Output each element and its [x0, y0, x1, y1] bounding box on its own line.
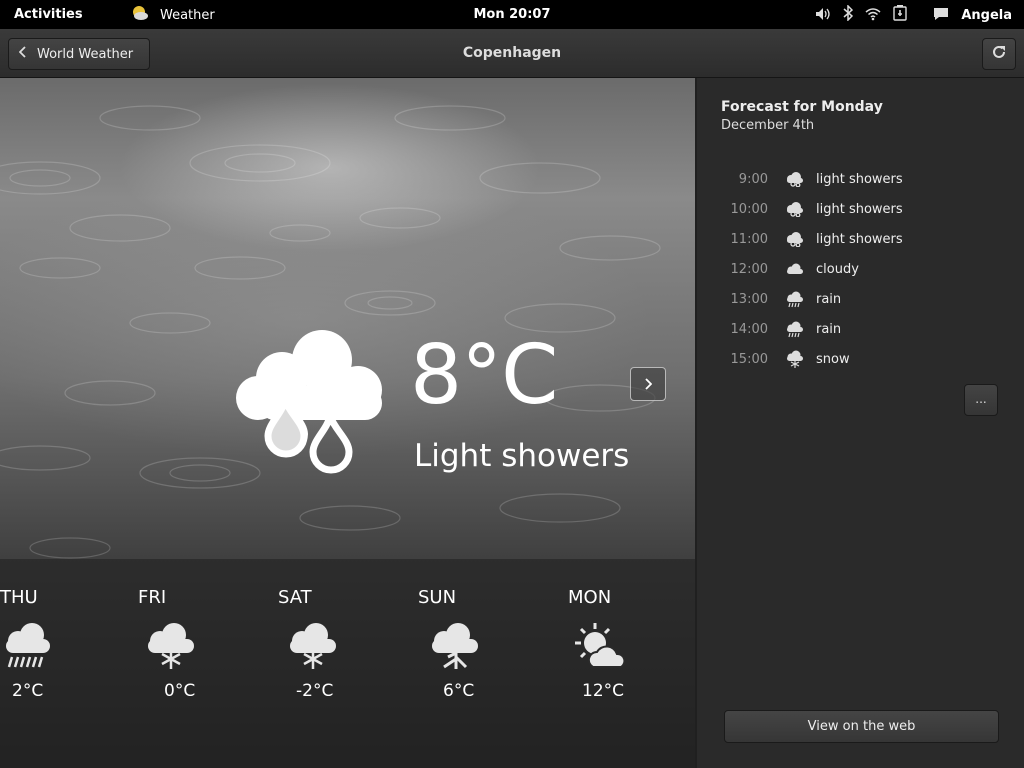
activities-button[interactable]: Activities: [14, 7, 83, 22]
user-menu[interactable]: Angela: [961, 8, 1012, 23]
app-menu[interactable]: Weather: [130, 3, 215, 27]
day-name: SUN: [418, 587, 457, 608]
clock[interactable]: Mon 20:07: [473, 7, 550, 22]
current-condition: Light showers: [414, 438, 630, 474]
cloud-icon: [784, 263, 806, 275]
forecast-title: Forecast for Monday: [721, 99, 883, 115]
day-temperature: 6°C: [443, 681, 475, 701]
volume-icon[interactable]: [815, 6, 831, 25]
hourly-row: 11:00 light showers: [721, 224, 1011, 254]
hourly-row: 14:00 rain: [721, 314, 1011, 344]
page-title: Copenhagen: [462, 45, 562, 61]
hour-description: snow: [816, 351, 850, 367]
hour-description: light showers: [816, 171, 903, 187]
hourly-row: 13:00 rain: [721, 284, 1011, 314]
snow-icon: [288, 621, 338, 675]
day-temperature: -2°C: [296, 681, 334, 701]
snow-icon: [784, 350, 806, 368]
day-name: MON: [568, 587, 612, 608]
day-temperature: 0°C: [164, 681, 196, 701]
hour-time: 12:00: [730, 261, 768, 277]
hour-time: 14:00: [730, 321, 768, 337]
hourly-row: 15:00 snow: [721, 344, 1011, 374]
more-button[interactable]: ...: [964, 384, 998, 416]
current-conditions: 8°C Light showers: [230, 328, 650, 478]
hour-description: cloudy: [816, 261, 859, 277]
bluetooth-icon[interactable]: [843, 4, 854, 25]
chevron-left-icon: [18, 46, 27, 62]
hour-description: light showers: [816, 201, 903, 217]
view-on-web-button[interactable]: View on the web: [724, 710, 999, 743]
storm-icon: [430, 621, 480, 675]
status-area[interactable]: Angela: [815, 4, 1012, 25]
forecast-sidebar: Forecast for Monday December 4th 9:00 li…: [695, 78, 1024, 768]
refresh-icon: [991, 44, 1007, 64]
header-bar: World Weather Copenhagen: [0, 29, 1024, 78]
rain-icon: [784, 321, 806, 338]
rain-icon: [784, 291, 806, 308]
day-name: SAT: [278, 587, 312, 608]
light-showers-icon: [230, 328, 390, 482]
hour-time: 10:00: [730, 201, 768, 217]
rain-icon: [2, 621, 54, 675]
partly-sunny-icon: [573, 621, 626, 675]
current-weather-panel: 8°C Light showers THU 2°C FRI 0°C SAT -2…: [0, 78, 695, 768]
hour-description: rain: [816, 291, 842, 307]
hourly-row: 12:00 cloudy: [721, 254, 1011, 284]
forecast-date: December 4th: [721, 118, 815, 133]
hour-time: 13:00: [730, 291, 768, 307]
day-name: FRI: [138, 587, 167, 608]
app-name: Weather: [160, 7, 215, 23]
hourly-row: 10:00 light showers: [721, 194, 1011, 224]
wifi-icon[interactable]: [865, 6, 881, 25]
next-page-button[interactable]: [630, 367, 666, 401]
refresh-button[interactable]: [982, 38, 1016, 70]
weather-app-icon: [130, 3, 150, 27]
back-button-label: World Weather: [37, 46, 134, 62]
day-temperature: 12°C: [582, 681, 625, 701]
hour-description: rain: [816, 321, 842, 337]
day-name: THU: [0, 587, 38, 608]
hour-time: 9:00: [738, 171, 768, 187]
day-temperature: 2°C: [12, 681, 44, 701]
light-showers-icon: [784, 231, 806, 247]
daily-forecast: THU 2°C FRI 0°C SAT -2°C SUN 6°C MON 12°…: [0, 559, 695, 768]
hour-time: 11:00: [730, 231, 768, 247]
back-button[interactable]: World Weather: [8, 38, 150, 70]
current-temperature: 8°C: [410, 328, 558, 423]
chat-icon[interactable]: [933, 6, 949, 25]
hourly-row: 9:00 light showers: [721, 164, 1011, 194]
hour-description: light showers: [816, 231, 903, 247]
hourly-forecast-list: 9:00 light showers 10:00 light showers 1…: [721, 164, 1011, 374]
snow-icon: [146, 621, 196, 675]
light-showers-icon: [784, 201, 806, 217]
top-bar: Activities Weather Mon 20:07 Angela: [0, 0, 1024, 29]
light-showers-icon: [784, 171, 806, 187]
battery-icon[interactable]: [893, 5, 908, 25]
chevron-right-icon: [644, 375, 653, 394]
hour-time: 15:00: [730, 351, 768, 367]
